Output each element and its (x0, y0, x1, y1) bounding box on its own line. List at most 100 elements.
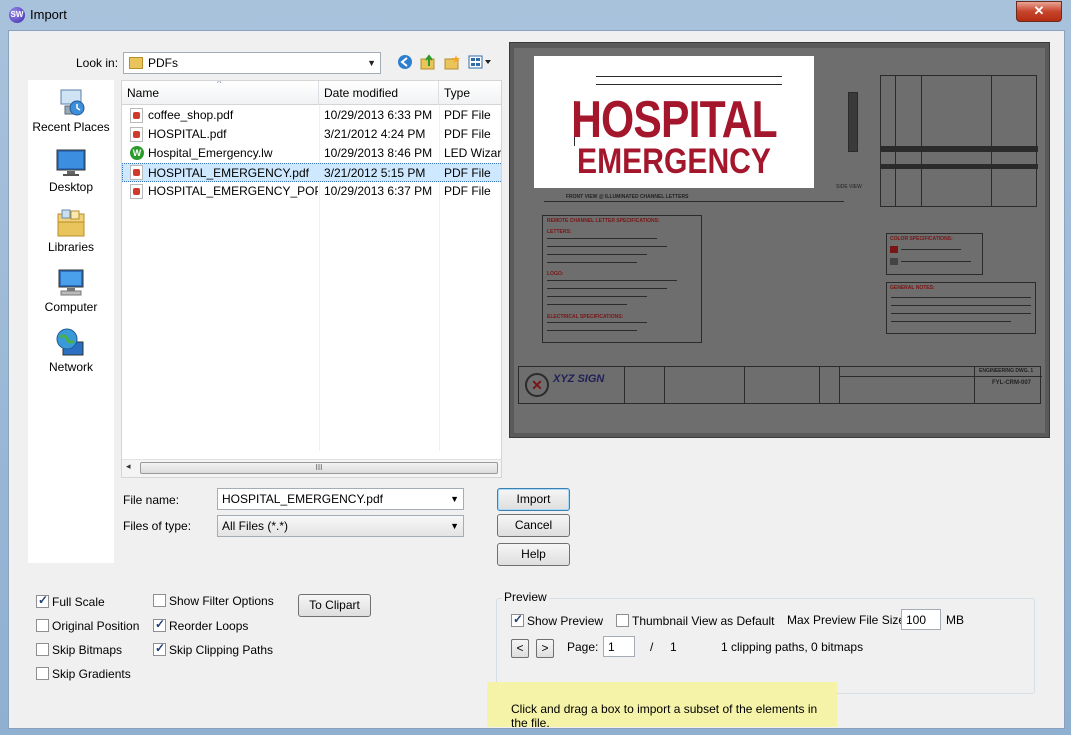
preview-stats: 1 clipping paths, 0 bitmaps (721, 640, 864, 654)
general-notes-title: GENERAL NOTES: (890, 285, 935, 291)
file-name: Hospital_Emergency.lw (148, 146, 273, 160)
app-logo-icon: SW (9, 7, 25, 23)
page-number-value: 1 (608, 640, 615, 654)
show-preview-checkbox[interactable] (511, 612, 524, 627)
up-folder-icon[interactable] (419, 54, 437, 72)
show-preview-label: Show Preview (527, 614, 604, 628)
desktop-icon (55, 148, 87, 178)
full-scale-label: Full Scale (52, 595, 105, 609)
to-clipart-button[interactable]: To Clipart (298, 594, 371, 617)
file-date: 10/29/2013 8:46 PM (324, 146, 433, 160)
show-filter-options-checkbox[interactable] (153, 594, 166, 607)
file-date: 10/29/2013 6:33 PM (324, 108, 433, 122)
file-name: HOSPITAL_EMERGENCY.pdf (148, 166, 309, 180)
skip-bitmaps-checkbox[interactable] (36, 643, 49, 656)
chevron-down-icon[interactable]: ▼ (450, 489, 459, 509)
title-bar[interactable]: SW Import ✕ (0, 0, 1071, 30)
full-scale-checkbox[interactable] (36, 593, 49, 608)
color-spec-title: COLOR SPECIFICATIONS: (890, 236, 953, 242)
file-row-hospital-emergency-pop[interactable]: HOSPITAL_EMERGENCY_POP... 10/29/2013 6:3… (122, 182, 501, 201)
spec-title: REMOTE CHANNEL LETTER SPECIFICATIONS: (547, 218, 660, 224)
column-header-date[interactable]: Date modified (319, 81, 439, 105)
place-desktop[interactable]: Desktop (28, 148, 114, 194)
place-computer[interactable]: Computer (28, 268, 114, 314)
skip-gradients-label: Skip Gradients (52, 667, 131, 681)
previous-page-button[interactable]: < (511, 639, 529, 658)
look-in-dropdown[interactable]: PDFs ▼ (123, 52, 381, 74)
next-page-button[interactable]: > (536, 639, 554, 658)
back-icon[interactable] (396, 54, 414, 72)
recent-places-icon (55, 88, 87, 118)
letters-label: LETTERS: (547, 229, 572, 235)
skip-bitmaps-label: Skip Bitmaps (52, 643, 123, 657)
file-row-hospital-emergency-pdf[interactable]: HOSPITAL_EMERGENCY.pdf 3/21/2012 5:15 PM… (122, 163, 501, 182)
file-type: PDF File (444, 108, 491, 122)
spec-box: REMOTE CHANNEL LETTER SPECIFICATIONS: LE… (542, 215, 702, 343)
reorder-loops-checkbox[interactable] (153, 617, 166, 632)
file-list[interactable]: Name ^ Date modified Type coffee_shop.pd… (121, 80, 502, 478)
max-preview-size-value: 100 (906, 613, 927, 627)
file-type: PDF File (444, 127, 491, 141)
scroll-left-icon[interactable]: ◂ (126, 461, 131, 472)
place-label: Recent Places (32, 120, 110, 134)
place-network[interactable]: Network (28, 328, 114, 374)
column-header-type[interactable]: Type (439, 81, 501, 105)
view-menu-icon[interactable] (467, 54, 493, 72)
place-libraries[interactable]: Libraries (28, 208, 114, 254)
skip-clipping-paths-label: Skip Clipping Paths (169, 643, 274, 657)
led-wizard-file-icon: W (130, 146, 144, 160)
pdf-file-icon (130, 165, 143, 180)
place-label: Desktop (48, 180, 94, 194)
scrollbar-thumb[interactable]: III (140, 462, 498, 474)
files-of-type-dropdown[interactable]: All Files (*.*) ▼ (217, 515, 464, 537)
page-number-input[interactable]: 1 (603, 636, 635, 657)
pdf-file-icon (130, 184, 143, 199)
side-view-shape (848, 92, 858, 152)
page-total: 1 (670, 640, 677, 654)
files-of-type-label: Files of type: (123, 519, 192, 533)
import-dialog-window: SW Import ✕ Look in: PDFs ▼ Recent Place… (0, 0, 1071, 735)
sign-text-line-2: EMERGENCY (576, 142, 772, 181)
skip-clipping-paths-checkbox[interactable] (153, 641, 166, 656)
show-filter-options-label: Show Filter Options (169, 594, 274, 608)
close-button[interactable]: ✕ (1016, 1, 1062, 22)
file-date: 3/21/2012 4:24 PM (324, 127, 426, 141)
window-title: Import (30, 7, 67, 22)
preview-pane[interactable]: HOSPITAL EMERGENCY SIDE VIEW FRONT VIEW … (509, 42, 1050, 438)
original-position-checkbox[interactable] (36, 619, 49, 632)
original-position-label: Original Position (52, 619, 140, 633)
color-spec-box: COLOR SPECIFICATIONS: (886, 233, 983, 275)
file-type: PDF File (444, 184, 491, 198)
import-button[interactable]: Import (497, 488, 570, 511)
engineering-drawing-label: ENGINEERING DWG. 1 (979, 368, 1034, 374)
thumbnail-default-checkbox[interactable] (616, 614, 629, 627)
folder-icon (129, 57, 143, 69)
help-button[interactable]: Help (497, 543, 570, 566)
revision-table (880, 75, 1038, 207)
look-in-label: Look in: (76, 56, 119, 70)
logo-label: LOGO: (547, 271, 564, 277)
new-folder-icon[interactable] (443, 54, 461, 72)
network-icon (55, 328, 87, 358)
file-row-hospital[interactable]: HOSPITAL.pdf 3/21/2012 4:24 PM PDF File (122, 125, 501, 144)
libraries-icon (55, 208, 87, 238)
file-name-label: File name: (123, 493, 180, 507)
cancel-button[interactable]: Cancel (497, 514, 570, 537)
horizontal-scrollbar[interactable]: ◂ III (122, 459, 501, 477)
file-date: 3/21/2012 5:15 PM (324, 166, 426, 180)
front-view-label: FRONT VIEW @ ILLUMINATED CHANNEL LETTERS (566, 194, 689, 200)
side-view-label: SIDE VIEW (836, 184, 862, 190)
skip-gradients-checkbox[interactable] (36, 667, 49, 680)
pdf-file-icon (130, 127, 143, 142)
file-date: 10/29/2013 6:37 PM (324, 184, 433, 198)
file-type: LED Wizard (444, 146, 502, 160)
place-label: Computer (44, 300, 98, 314)
company-name: XYZ SIGN (553, 373, 605, 385)
file-row-coffee-shop[interactable]: coffee_shop.pdf 10/29/2013 6:33 PM PDF F… (122, 106, 501, 125)
file-name: HOSPITAL_EMERGENCY_POP... (148, 184, 318, 198)
max-preview-size-label: Max Preview File Size: (787, 613, 909, 627)
place-recent-places[interactable]: Recent Places (28, 88, 114, 134)
max-preview-size-input[interactable]: 100 (901, 609, 941, 630)
file-name-input[interactable]: HOSPITAL_EMERGENCY.pdf ▼ (217, 488, 464, 510)
file-row-hospital-emergency-lw[interactable]: W Hospital_Emergency.lw 10/29/2013 8:46 … (122, 144, 502, 163)
